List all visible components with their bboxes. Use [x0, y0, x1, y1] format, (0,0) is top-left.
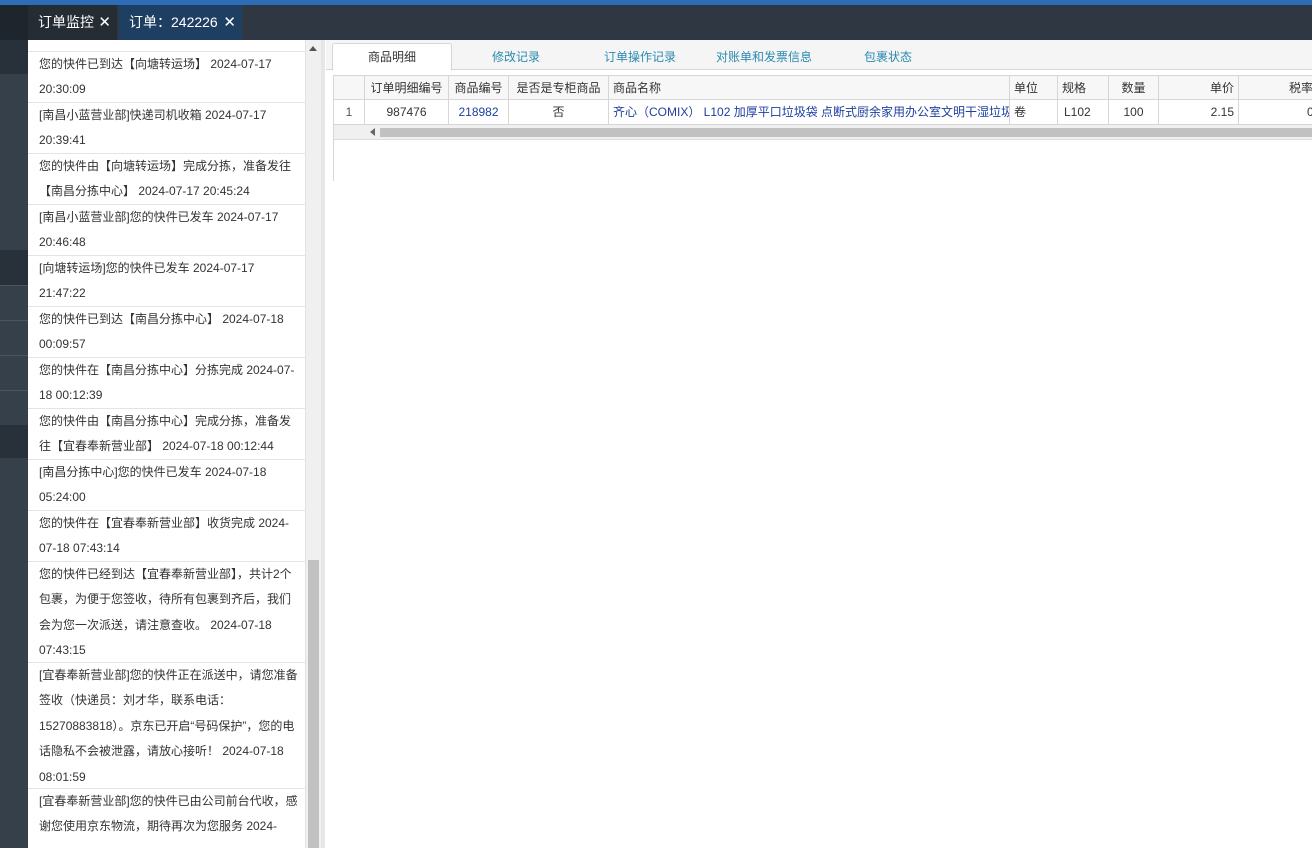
- list-item: [南昌小蓝营业部]您的快件已发车 2024-07-17 20:46:48: [28, 205, 305, 256]
- table-header: 订单明细编号 商品编号 是否是专柜商品 商品名称 单位 规格 数量 单价 税率: [334, 75, 1312, 100]
- list-item: 您的快件在【宜春奉新营业部】收货完成 2024-07-18 07:43:14: [28, 511, 305, 562]
- list-item: [宜春奉新营业部]您的快件正在派送中，请您准备签收（快递员：刘才华，联系电话：1…: [28, 663, 305, 789]
- tab-order-detail[interactable]: 订单：242226 ✕: [119, 5, 242, 40]
- list-item: [南昌分拣中心]您的快件已发车 2024-07-18 05:24:00: [28, 460, 305, 511]
- pane-splitter[interactable]: [321, 40, 325, 848]
- quantity-cell: 100: [1109, 100, 1159, 124]
- product-name-link[interactable]: 齐心（COMIX） L102 加厚平口垃圾袋 点断式厨余家用办公室文明干湿垃圾: [609, 100, 1010, 124]
- tab-bar-corner: [0, 5, 28, 40]
- column-header[interactable]: 税率: [1239, 76, 1312, 99]
- column-header[interactable]: 数量: [1109, 76, 1159, 99]
- nav-divider: [0, 320, 28, 321]
- column-header[interactable]: 单位: [1010, 76, 1058, 99]
- tab-product-detail[interactable]: 商品明细: [332, 43, 452, 71]
- list-item: 您的快件在【南昌分拣中心】分拣完成 2024-07-18 00:12:39: [28, 358, 305, 409]
- list-item: [28, 40, 305, 52]
- tracking-log-list: 您的快件已到达【向塘转运场】 2024-07-17 20:30:09 [南昌小蓝…: [28, 40, 305, 848]
- product-id-link[interactable]: 218982: [449, 100, 509, 124]
- scroll-up-icon[interactable]: [309, 46, 317, 51]
- tab-change-log[interactable]: 修改记录: [492, 48, 540, 65]
- unit-cell: 卷: [1010, 100, 1058, 124]
- column-header-index: [334, 76, 365, 99]
- row-number: 1: [334, 100, 365, 124]
- table-horizontal-scrollbar[interactable]: [334, 125, 1312, 140]
- list-item: [向塘转运场]您的快件已发车 2024-07-17 21:47:22: [28, 256, 305, 307]
- nav-divider: [0, 355, 28, 356]
- list-item: 您的快件由【南昌分拣中心】完成分拣，准备发往【宜春奉新营业部】 2024-07-…: [28, 409, 305, 460]
- counter-product-cell: 否: [509, 100, 609, 124]
- tax-rate-cell: 0: [1307, 105, 1312, 119]
- list-item: 您的快件已到达【南昌分拣中心】 2024-07-18 00:09:57: [28, 307, 305, 358]
- nav-item[interactable]: [0, 40, 28, 74]
- close-icon[interactable]: ✕: [98, 5, 111, 40]
- list-item: 您的快件已到达【向塘转运场】 2024-07-17 20:30:09: [28, 52, 305, 103]
- tab-label: 订单：242226: [129, 14, 218, 30]
- table-row[interactable]: 1 987476 218982 否 齐心（COMIX） L102 加厚平口垃圾袋…: [334, 100, 1312, 125]
- list-item: [宜春奉新营业部]您的快件已由公司前台代收，感谢您使用京东物流，期待再次为您服务…: [28, 789, 305, 848]
- column-header[interactable]: 商品编号: [449, 76, 509, 99]
- tab-order-monitor[interactable]: 订单监控 ✕: [28, 5, 117, 40]
- list-item: [南昌小蓝营业部]快递司机收箱 2024-07-17 20:39:41: [28, 103, 305, 154]
- column-header[interactable]: 单价: [1159, 76, 1239, 99]
- tab-label: 订单监控: [38, 14, 94, 30]
- product-table: 订单明细编号 商品编号 是否是专柜商品 商品名称 单位 规格 数量 单价 税率 …: [333, 75, 1312, 181]
- price-cell: 2.15: [1159, 100, 1239, 124]
- scroll-left-icon[interactable]: [370, 128, 375, 136]
- tab-package-status[interactable]: 包裹状态: [864, 48, 912, 65]
- log-scrollbar[interactable]: [305, 40, 321, 848]
- spec-cell: L102: [1058, 100, 1109, 124]
- detail-tabs: 商品明细 修改记录 订单操作记录 对账单和发票信息 包裹状态: [326, 40, 1312, 71]
- detail-id-cell: 987476: [365, 100, 449, 124]
- tab-operation-log[interactable]: 订单操作记录: [604, 48, 676, 65]
- column-header[interactable]: 是否是专柜商品: [509, 76, 609, 99]
- nav-divider: [0, 285, 28, 286]
- list-item: 您的快件由【向塘转运场】完成分拣，准备发往【南昌分拣中心】 2024-07-17…: [28, 154, 305, 205]
- scroll-thumb[interactable]: [380, 128, 1312, 137]
- list-item: 您的快件已经到达【宜春奉新营业部】，共计2个包裹，为便于您签收，待所有包裹到齐后…: [28, 562, 305, 663]
- tab-bar: 订单监控 ✕ 订单：242226 ✕: [0, 5, 1312, 40]
- order-detail-panel: 商品明细 修改记录 订单操作记录 对账单和发票信息 包裹状态 订单明细编号 商品…: [326, 40, 1312, 848]
- scroll-thumb[interactable]: [308, 560, 319, 848]
- nav-divider: [0, 390, 28, 391]
- nav-item[interactable]: [0, 425, 28, 458]
- nav-item[interactable]: [0, 250, 28, 285]
- close-icon[interactable]: ✕: [223, 5, 236, 40]
- tab-statement-invoice[interactable]: 对账单和发票信息: [716, 48, 812, 65]
- column-header[interactable]: 规格: [1058, 76, 1109, 99]
- left-nav-strip: [0, 40, 28, 848]
- column-header[interactable]: 商品名称: [609, 76, 1010, 99]
- column-header[interactable]: 订单明细编号: [365, 76, 449, 99]
